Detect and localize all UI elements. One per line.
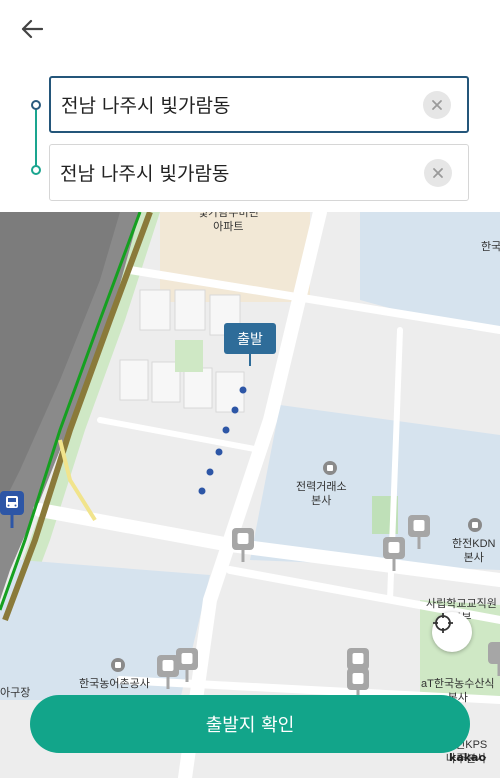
bus-stop-icon[interactable]: [488, 642, 500, 676]
close-icon: [432, 99, 442, 110]
building-poi-icon: [468, 518, 482, 532]
label-han1: 한국: [481, 241, 500, 253]
destination-clear-button[interactable]: [424, 158, 452, 187]
crosshair-icon: [433, 613, 453, 633]
label-park: 아구장: [0, 687, 31, 699]
origin-dot-icon: [31, 100, 41, 110]
origin-clear-button[interactable]: [423, 90, 451, 119]
bus-stop-icon[interactable]: [408, 515, 430, 549]
label-kpx: 전력거래소 본사: [296, 481, 347, 507]
origin-input[interactable]: 전남 나주시 빛가람동: [49, 76, 469, 133]
start-marker-stem: [249, 353, 251, 366]
origin-input-value[interactable]: 전남 나주시 빛가람동: [51, 91, 423, 118]
arrow-left-icon: [21, 19, 43, 39]
start-marker: 출발: [224, 323, 276, 354]
back-button[interactable]: [14, 14, 50, 44]
map-view[interactable]: 빛가람우미린아파트 한국 전력거래소본사 한전KDN본사 사립학교교직원본부 한…: [0, 212, 500, 778]
label-apartment: 빛가람우미린 아파트: [198, 212, 259, 233]
search-header: 전남 나주시 빛가람동 전남 나주시 빛가람동: [0, 0, 500, 212]
label-kdn: 한전KDN 본사: [452, 538, 496, 564]
bus-stop-selected-icon[interactable]: [0, 491, 24, 528]
close-icon: [433, 167, 443, 178]
confirm-origin-button[interactable]: 출발지 확인: [30, 695, 470, 753]
bus-stop-icon[interactable]: [232, 528, 254, 562]
building-poi-icon: [323, 461, 337, 475]
label-krc: 한국농어촌공사: [79, 678, 150, 690]
destination-input[interactable]: 전남 나주시 빛가람동: [49, 144, 469, 201]
destination-dot-icon: [31, 165, 41, 175]
current-location-button[interactable]: [432, 612, 472, 652]
destination-input-value[interactable]: 전남 나주시 빛가람동: [50, 159, 424, 186]
kakao-logo: kakao: [449, 751, 487, 764]
route-connector-line: [35, 105, 37, 170]
bus-stop-icon[interactable]: [176, 648, 198, 682]
building-poi-icon: [111, 658, 125, 672]
bus-stop-icon[interactable]: [383, 537, 405, 571]
